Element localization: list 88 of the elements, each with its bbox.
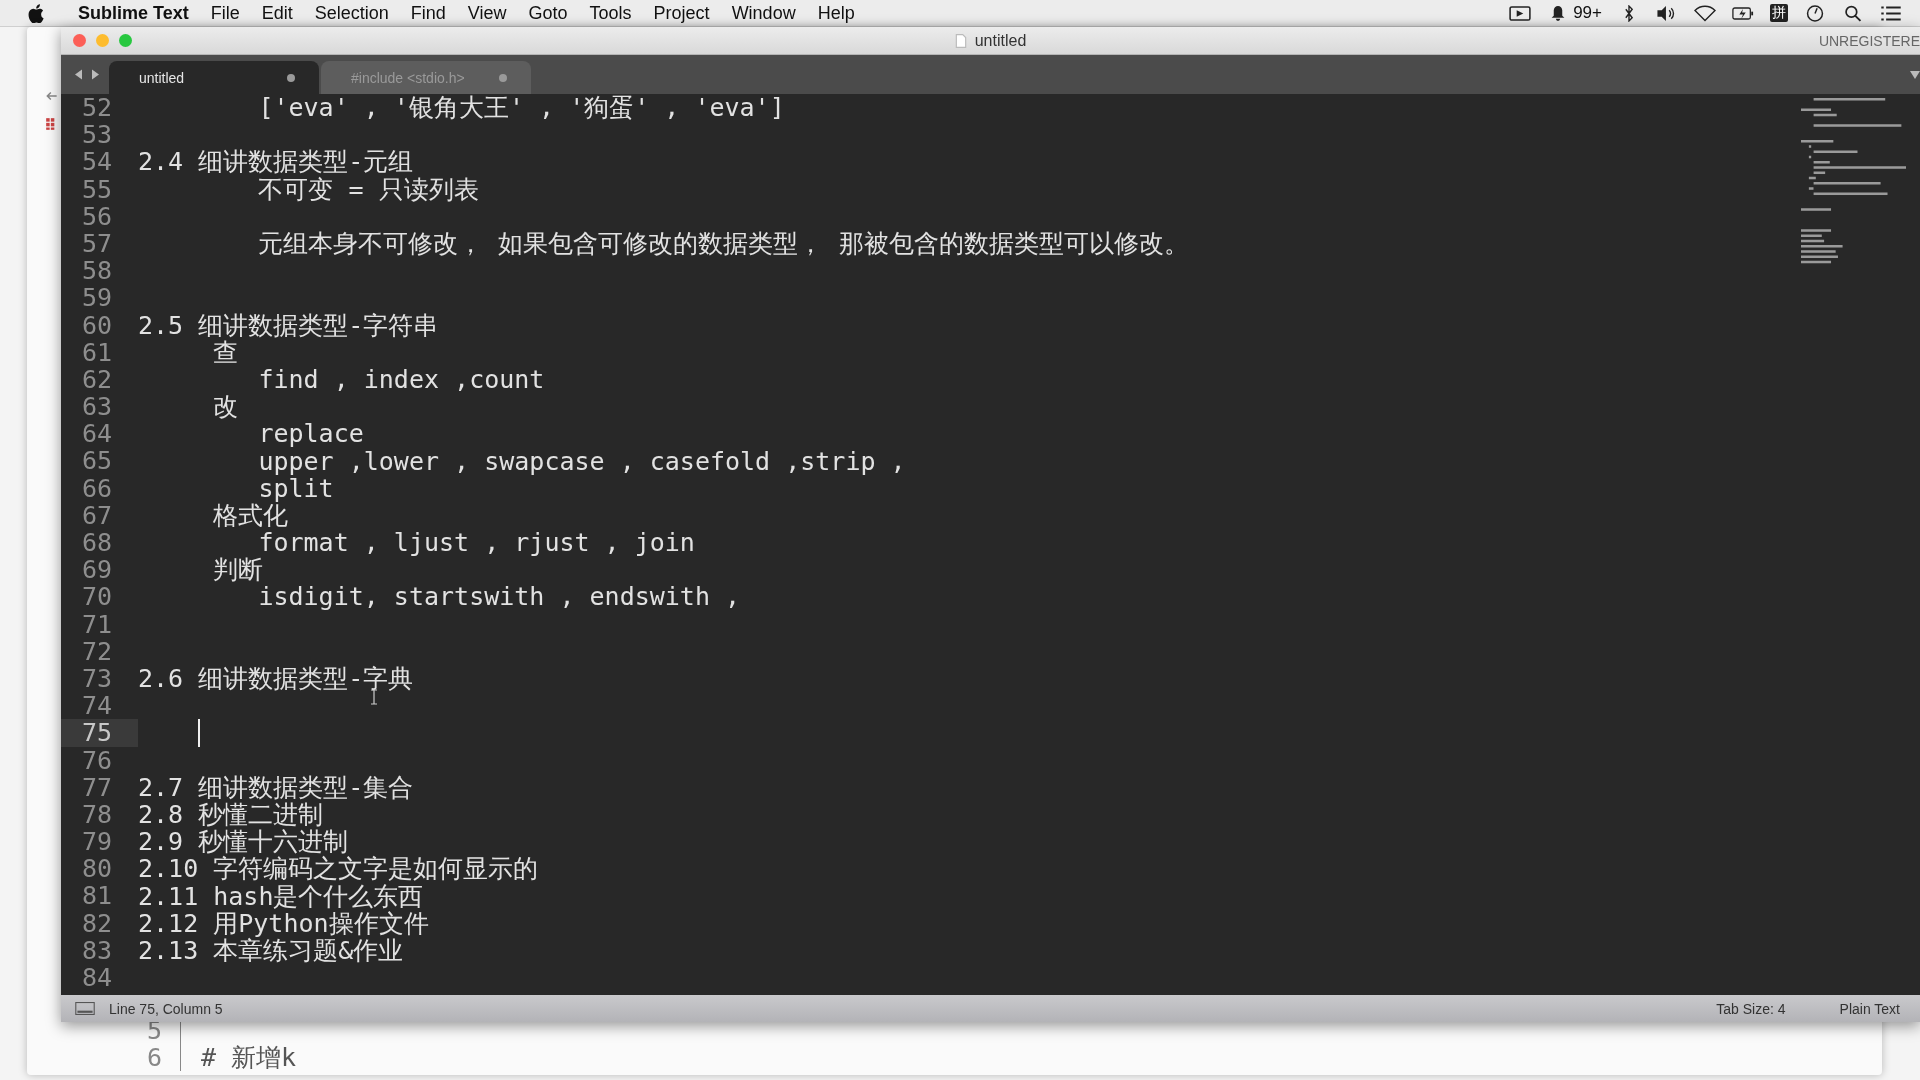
line-number: 63 — [80, 393, 113, 421]
code-line: 2.4 细讲数据类型-元组 — [138, 146, 414, 177]
line-number: 65 — [80, 447, 113, 475]
code-line: 2.11 hash是个什么东西 — [138, 881, 424, 911]
menu-item[interactable]: File — [210, 2, 240, 24]
code-line: 2.8 秒懂二进制 — [138, 799, 324, 829]
line-number: 74 — [80, 692, 113, 720]
line-number: 77 — [80, 773, 113, 801]
menu-item[interactable]: Window — [731, 2, 796, 24]
code-line: 2.5 细讲数据类型-字符串 — [138, 309, 439, 340]
search-icon[interactable] — [1842, 4, 1864, 22]
code-line: 改 — [212, 391, 239, 424]
code-line: 2.10 字符编码之文字是如何显示的 — [138, 854, 539, 884]
text-cursor-icon — [370, 689, 378, 705]
code-line: replace — [257, 419, 364, 449]
line-number: 70 — [80, 583, 113, 611]
apple-logo-icon[interactable] — [28, 3, 44, 23]
input-method-indicator[interactable]: 拼 — [1770, 4, 1788, 22]
line-number: 55 — [80, 175, 113, 203]
panel-toggle-icon[interactable] — [75, 1002, 95, 1015]
code-line: 2.7 细讲数据类型-集合 — [138, 771, 414, 802]
menu-item[interactable]: Edit — [261, 2, 293, 24]
menu-item[interactable]: Goto — [528, 2, 568, 24]
line-number: 69 — [80, 556, 113, 584]
document-icon — [954, 33, 967, 48]
line-number: 57 — [80, 229, 113, 258]
line-number: 73 — [80, 664, 113, 693]
window-title: untitled — [974, 31, 1027, 50]
line-number: 78 — [80, 800, 113, 829]
code-line: 2.9 秒懂十六进制 — [138, 827, 349, 857]
code-line: 2.6 细讲数据类型-字典 — [138, 663, 414, 696]
previous-tab-icon[interactable] — [75, 69, 83, 80]
dropdown-caret-icon[interactable] — [1910, 70, 1920, 79]
menu-item[interactable]: Tools — [589, 2, 632, 24]
line-number: 61 — [80, 338, 113, 366]
syntax-selector[interactable]: Plain Text — [1839, 1000, 1900, 1017]
next-tab-icon[interactable] — [91, 69, 99, 80]
menu-icon[interactable] — [1880, 4, 1902, 22]
camera-icon[interactable] — [1509, 4, 1532, 22]
menu-item[interactable]: Help — [817, 2, 855, 24]
line-number: 6 — [145, 1043, 162, 1072]
tab[interactable]: untitled — [109, 61, 319, 94]
line-number: 76 — [80, 746, 113, 774]
line-number: 52 — [80, 94, 113, 122]
line-number: 84 — [80, 964, 113, 992]
line-number: 66 — [80, 474, 113, 502]
back-arrow-icon[interactable] — [45, 89, 59, 103]
notification-count: 99+ — [1573, 3, 1602, 23]
line-number: 54 — [80, 148, 113, 176]
menu-item[interactable]: Selection — [314, 2, 389, 24]
code-line: 2.12 用Python操作文件 — [138, 908, 429, 938]
code-line: find , index ,count — [257, 364, 545, 394]
line-number: 79 — [80, 828, 113, 856]
registration-label: UNREGISTERE — [1818, 32, 1920, 49]
unsaved-dot-icon — [499, 73, 507, 82]
line-number: 71 — [80, 610, 113, 638]
line-number: 72 — [80, 637, 113, 665]
menu-item[interactable]: Find — [410, 2, 446, 24]
line-number: 68 — [80, 529, 113, 557]
code-line: # 新增k — [201, 1042, 297, 1074]
line-number: 64 — [80, 420, 113, 448]
line-number: 75 — [61, 719, 138, 747]
battery-icon[interactable] — [1732, 4, 1754, 22]
code-line: 元组本身不可修改， 如果包含可修改的数据类型， 那被包含的数据类型可以修改。 — [257, 228, 1189, 261]
code-line: ['eva' , '银角大王' , '狗蛋' , 'eva'] — [257, 94, 785, 125]
line-number: 56 — [80, 202, 113, 230]
line-number: 53 — [80, 121, 113, 149]
clock-icon[interactable] — [1804, 4, 1826, 22]
code-line: 查 — [212, 337, 239, 369]
wifi-icon[interactable] — [1694, 4, 1716, 22]
line-number: 58 — [80, 257, 113, 285]
menu-item[interactable]: Project — [653, 2, 710, 24]
menu-item[interactable]: View — [467, 2, 507, 24]
code-line: 不可变 = 只读列表 — [257, 174, 479, 206]
line-number: 67 — [80, 501, 113, 529]
tab-size-selector[interactable]: Tab Size: 4 — [1716, 1000, 1786, 1017]
line-number: 83 — [80, 936, 113, 964]
text-caret — [198, 718, 201, 747]
line-number: 82 — [80, 909, 113, 937]
line-number: 62 — [80, 365, 113, 394]
app-menu[interactable]: Sublime Text — [78, 2, 189, 24]
line-number: 80 — [80, 855, 113, 883]
code-line: upper ,lower , swapcase , casefold ,strip , — [257, 446, 906, 476]
line-number: 59 — [80, 284, 113, 312]
line-number: 60 — [80, 311, 113, 339]
line-number: 81 — [80, 882, 113, 910]
unsaved-dot-icon — [287, 73, 295, 82]
cursor-position: Line 75, Column 5 — [109, 1000, 223, 1017]
